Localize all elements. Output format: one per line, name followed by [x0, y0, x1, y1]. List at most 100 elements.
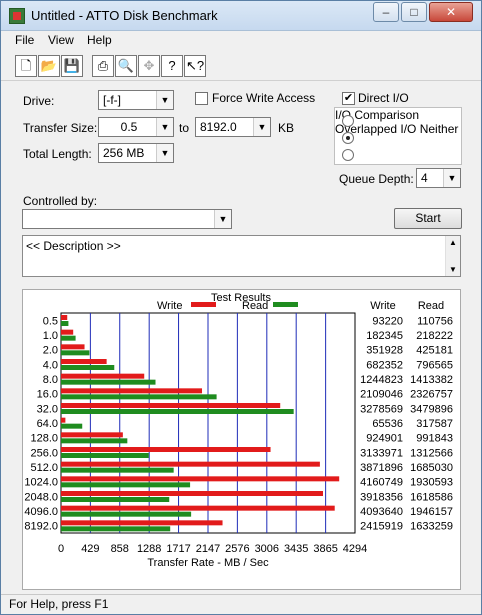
neither-radio[interactable] [342, 149, 354, 161]
io-comparison-radio[interactable] [342, 115, 354, 127]
controlled-by-label: Controlled by: [23, 194, 98, 208]
read-bar [61, 321, 69, 326]
close-button[interactable]: ✕ [429, 2, 473, 22]
move-icon[interactable]: ✥ [138, 55, 160, 77]
kb-label: KB [278, 121, 295, 135]
menu-view[interactable]: View [48, 33, 74, 47]
read-value: 796565 [416, 359, 453, 371]
read-bar [61, 409, 294, 414]
controlled-by-select[interactable]: ▼ [22, 209, 232, 229]
menu-file[interactable]: File [15, 33, 34, 47]
read-value: 425181 [416, 345, 453, 357]
toolbar: 🗋 📂 💾 ⎙ 🔍 ✥ ? ↖? [1, 51, 481, 81]
menu-bar: File View Help [1, 31, 481, 51]
print-preview-icon[interactable]: 🔍 [115, 55, 137, 77]
help-icon[interactable]: ? [161, 55, 183, 77]
description-scrollbar[interactable]: ▲ ▼ [445, 236, 460, 276]
test-results-panel: Write Read Write Read 0 429 858 1288 1717 2147 257… [22, 289, 461, 590]
window-title: Untitled - ATTO Disk Benchmark [31, 8, 218, 23]
read-bar [61, 497, 170, 502]
chevron-down-icon[interactable]: ▼ [443, 169, 460, 187]
chevron-down-icon[interactable]: ▼ [156, 91, 173, 109]
overlapped-io-radio[interactable] [342, 132, 354, 144]
transfer-size-to[interactable]: 8192.0 ▼ [195, 117, 271, 137]
write-value: 3871896 [360, 462, 403, 474]
write-bar [61, 505, 335, 511]
write-value: 682352 [366, 359, 403, 371]
category-label: 8192.0 [24, 521, 58, 533]
category-label: 64.0 [37, 418, 58, 430]
category-label: 1.0 [43, 330, 58, 342]
x-axis-label: Transfer Rate - MB / Sec [147, 557, 269, 569]
write-bar [61, 315, 68, 320]
status-bar: For Help, press F1 [1, 594, 481, 614]
read-value: 1413382 [410, 374, 453, 386]
print-icon[interactable]: ⎙ [92, 55, 114, 77]
read-value: 218222 [416, 330, 453, 342]
write-value: 4093640 [360, 506, 403, 518]
context-help-icon[interactable]: ↖? [184, 55, 206, 77]
category-label: 16.0 [37, 389, 58, 401]
category-label: 128.0 [30, 433, 58, 445]
chevron-down-icon[interactable]: ▼ [253, 118, 270, 136]
start-button[interactable]: Start [394, 208, 462, 229]
new-icon[interactable]: 🗋 [15, 55, 37, 77]
status-text: For Help, press F1 [9, 597, 109, 611]
write-value: 2415919 [360, 521, 403, 533]
chevron-down-icon[interactable]: ▼ [156, 144, 173, 162]
read-bar [61, 526, 171, 532]
write-value: 3133971 [360, 447, 403, 459]
read-bar [61, 453, 149, 458]
write-bar [61, 373, 145, 379]
start-label: Start [415, 211, 441, 225]
write-bar [61, 344, 85, 350]
write-value: 2109046 [360, 389, 403, 401]
queue-depth-label: Queue Depth: [339, 172, 414, 186]
x-tick-label: 3435 [284, 543, 308, 555]
read-value: 991843 [416, 433, 453, 445]
chevron-down-icon[interactable]: ▼ [214, 210, 231, 228]
transfer-size-from[interactable]: 0.5 ▼ [98, 117, 174, 137]
menu-help[interactable]: Help [87, 33, 112, 47]
drive-select[interactable]: [-f-] ▼ [98, 90, 174, 110]
legend-read-swatch [273, 302, 298, 307]
total-length-select[interactable]: 256 MB ▼ [98, 143, 174, 163]
description-textarea[interactable]: << Description >> ▲ ▼ [22, 235, 461, 277]
read-bar [61, 467, 174, 473]
force-write-checkbox[interactable] [195, 92, 208, 105]
read-bar [61, 379, 156, 385]
total-length-label: Total Length: [23, 147, 92, 161]
read-column-header: Read [418, 300, 444, 312]
chart-title: Test Results [211, 292, 271, 304]
read-value: 1930593 [410, 477, 453, 489]
scroll-down-icon[interactable]: ▼ [449, 265, 457, 274]
direct-io-label: Direct I/O [358, 91, 409, 105]
direct-io-checkbox[interactable]: ✔ [342, 92, 355, 105]
x-tick-label: 2576 [225, 543, 249, 555]
transfer-to-value: 8192.0 [200, 120, 237, 134]
title-gap [208, 290, 274, 291]
write-value: 924901 [366, 433, 403, 445]
queue-depth-select[interactable]: 4 ▼ [416, 168, 461, 188]
save-icon[interactable]: 💾 [61, 55, 83, 77]
description-text: << Description >> [26, 239, 121, 253]
maximize-button[interactable]: □ [401, 2, 427, 22]
minimize-button[interactable]: – [373, 2, 399, 22]
transfer-rate-chart: Write Read Write Read0 429 858 1288 1717 2147 257… [24, 290, 453, 569]
write-value: 4160749 [360, 477, 403, 489]
chevron-down-icon[interactable]: ▼ [156, 118, 173, 136]
x-tick-label: 1717 [166, 543, 190, 555]
read-value: 2326757 [410, 389, 453, 401]
open-icon[interactable]: 📂 [38, 55, 60, 77]
read-value: 1633259 [410, 521, 453, 533]
x-tick-label: 1288 [137, 543, 161, 555]
transfer-from-value: 0.5 [120, 120, 138, 134]
write-bar [61, 403, 281, 408]
write-column-header: Write [370, 300, 395, 312]
write-bar [61, 491, 323, 496]
category-label: 2048.0 [24, 491, 58, 503]
x-tick-label: 0 [58, 543, 64, 555]
scroll-up-icon[interactable]: ▲ [449, 238, 457, 247]
write-value: 182345 [366, 330, 403, 342]
read-bar [61, 482, 191, 488]
